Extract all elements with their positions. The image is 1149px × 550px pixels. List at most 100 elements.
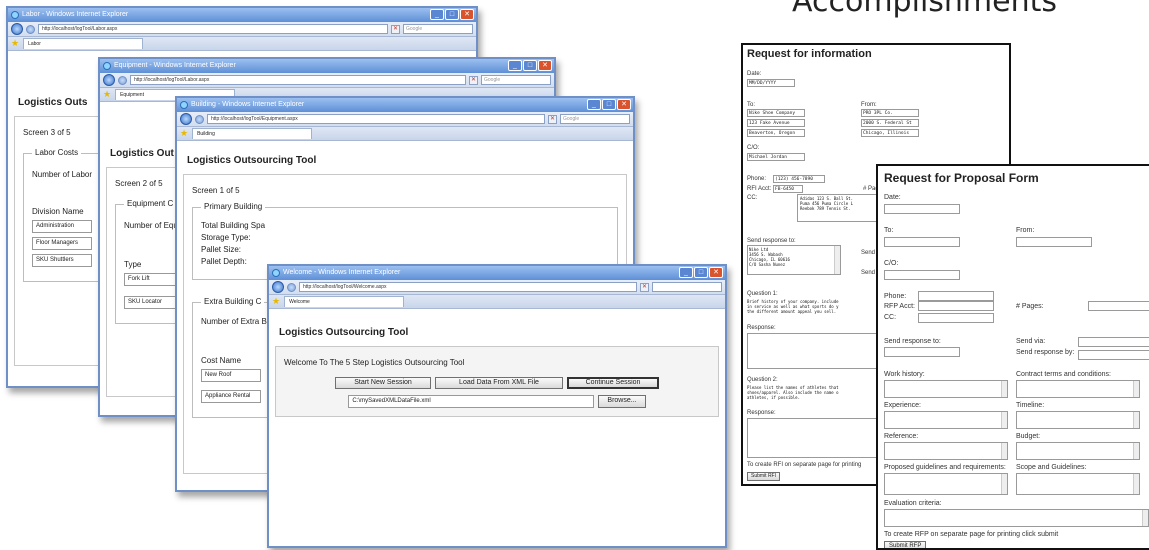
stop-icon[interactable]: ✕ [469, 75, 478, 85]
back-icon[interactable] [11, 23, 23, 35]
scope-guidelines-label: Scope and Guidelines: [1016, 464, 1087, 471]
welcome-panel: Welcome To The 5 Step Logistics Outsourc… [275, 346, 719, 417]
pages-input[interactable] [1088, 301, 1149, 311]
browse-button[interactable]: Browse... [598, 395, 646, 408]
start-new-session-button[interactable]: Start New Session [335, 377, 431, 389]
favorites-star-icon[interactable]: ★ [180, 128, 188, 139]
proposed-guidelines-textarea[interactable] [884, 473, 1008, 495]
reference-textarea[interactable] [884, 442, 1008, 460]
cost-name-input[interactable]: New Roof [201, 369, 261, 382]
phone-label: Phone: [884, 293, 907, 300]
forward-icon[interactable] [195, 114, 204, 124]
timeline-textarea[interactable] [1016, 411, 1140, 429]
minimize-button[interactable]: _ [587, 99, 601, 110]
co-input[interactable]: Michael Jordan [747, 153, 805, 161]
url-field[interactable]: http://localhost/logTool/Labor.aspx [130, 75, 466, 85]
question-1-text: Brief history of your company. include i… [747, 299, 839, 314]
send-response-input[interactable] [884, 347, 960, 357]
load-xml-button[interactable]: Load Data From XML File [435, 377, 563, 389]
send-label: Send [861, 250, 876, 256]
favorites-star-icon[interactable]: ★ [272, 296, 280, 307]
contract-terms-textarea[interactable] [1016, 380, 1140, 398]
tab-building[interactable]: Building [192, 128, 313, 139]
url-field[interactable]: http://localhost/logTool/Welcome.aspx [299, 282, 637, 292]
tab-labor[interactable]: Labor [23, 38, 144, 49]
cc-input[interactable] [918, 313, 994, 323]
back-icon[interactable] [180, 113, 192, 125]
to-input[interactable]: Beaverton, Oregon [747, 129, 805, 137]
url-field[interactable]: http://localhost/logTool/Labor.aspx [38, 24, 388, 34]
from-input[interactable]: PRO 3PL Co. [861, 109, 919, 117]
rfp-acct-input[interactable] [918, 301, 994, 311]
from-input[interactable]: 2000 S. Federal St [861, 119, 919, 127]
search-input[interactable] [652, 282, 722, 292]
back-icon[interactable] [272, 281, 284, 293]
division-input[interactable]: Floor Managers [32, 237, 92, 250]
maximize-button[interactable]: □ [694, 267, 708, 278]
cost-name-input[interactable]: Appliance Rental [201, 390, 261, 403]
budget-textarea[interactable] [1016, 442, 1140, 460]
back-icon[interactable] [103, 74, 115, 86]
phone-input[interactable]: (123) 456-7890 [773, 175, 825, 183]
equipment-titlebar: Equipment - Windows Internet Explorer _ □… [100, 59, 554, 73]
division-input[interactable]: SKU Shuttlers [32, 254, 92, 267]
question-1-label: Question 1: [747, 291, 778, 297]
submit-rfp-button[interactable]: Submit RFP [884, 541, 927, 548]
url-field[interactable]: http://localhost/logTool/Equipment.aspx [207, 114, 545, 124]
close-button[interactable]: ✕ [617, 99, 631, 110]
date-label: Date: [884, 194, 901, 201]
from-input[interactable] [1016, 237, 1092, 247]
co-input[interactable] [884, 270, 960, 280]
cc-label: CC: [884, 314, 897, 321]
forward-icon[interactable] [118, 75, 127, 85]
favorites-star-icon[interactable]: ★ [103, 89, 111, 100]
budget-label: Budget: [1016, 433, 1041, 440]
scope-guidelines-textarea[interactable] [1016, 473, 1140, 495]
close-button[interactable]: ✕ [709, 267, 723, 278]
minimize-button[interactable]: _ [679, 267, 693, 278]
contract-terms-label: Contract terms and conditions: [1016, 371, 1111, 378]
close-button[interactable]: ✕ [460, 9, 474, 20]
division-input[interactable]: Administration [32, 220, 92, 233]
forward-icon[interactable] [287, 282, 296, 292]
submit-rfi-button[interactable]: Submit RFI [747, 472, 781, 481]
rfi-title: Request for information [747, 48, 872, 60]
stop-icon[interactable]: ✕ [391, 24, 400, 34]
file-path-input[interactable]: C:\mySavedXMLDataFile.xml [348, 395, 595, 408]
reference-label: Reference: [884, 433, 919, 440]
close-button[interactable]: ✕ [538, 60, 552, 71]
search-input[interactable]: Google [560, 114, 630, 124]
phone-input[interactable] [918, 291, 994, 301]
stop-icon[interactable]: ✕ [640, 282, 649, 292]
to-input[interactable]: Nike Shoe Company [747, 109, 805, 117]
rfi-acct-input[interactable]: FB-6450 [773, 185, 803, 193]
evaluation-criteria-textarea[interactable] [884, 509, 1149, 527]
forward-icon[interactable] [26, 24, 35, 34]
tab-bar: ★ Building [177, 127, 633, 141]
from-input[interactable]: Chicago, Illinois [861, 129, 919, 137]
field-label: Storage Type: [201, 233, 251, 242]
tab-bar: ★ Welcome [269, 295, 725, 309]
search-input[interactable]: Google [481, 75, 551, 85]
experience-textarea[interactable] [884, 411, 1008, 429]
send-by-input[interactable] [1078, 350, 1149, 360]
maximize-button[interactable]: □ [602, 99, 616, 110]
tab-welcome[interactable]: Welcome [284, 296, 405, 307]
welcome-window: Welcome - Windows Internet Explorer _ □ ✕ … [267, 264, 727, 548]
search-input[interactable]: Google [403, 24, 473, 34]
to-input[interactable] [884, 237, 960, 247]
minimize-button[interactable]: _ [430, 9, 444, 20]
address-bar: http://localhost/logTool/Labor.aspx ✕ Go… [100, 73, 554, 88]
date-input[interactable] [884, 204, 960, 214]
minimize-button[interactable]: _ [508, 60, 522, 71]
maximize-button[interactable]: □ [445, 9, 459, 20]
to-input[interactable]: 123 Fake Avenue [747, 119, 805, 127]
maximize-button[interactable]: □ [523, 60, 537, 71]
stop-icon[interactable]: ✕ [548, 114, 557, 124]
question-2-text: Please list the names of athletes that s… [747, 385, 839, 400]
favorites-star-icon[interactable]: ★ [11, 38, 19, 49]
work-history-textarea[interactable] [884, 380, 1008, 398]
date-input[interactable]: MM/DD/YYYY [747, 79, 795, 87]
send-via-input[interactable] [1078, 337, 1149, 347]
continue-session-button[interactable]: Continue Session [567, 377, 659, 389]
